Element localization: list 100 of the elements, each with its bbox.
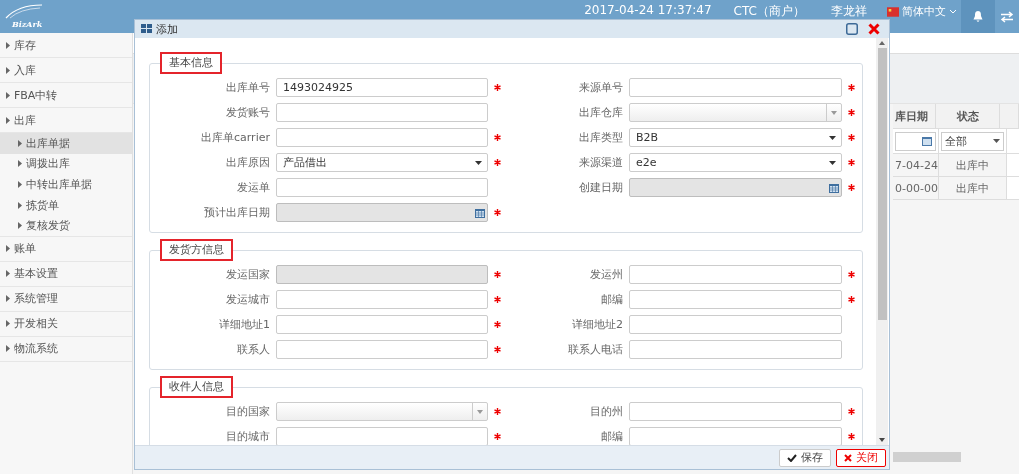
combo-field[interactable]: [276, 402, 488, 421]
field-label: 详细地址2: [571, 317, 623, 332]
table-cell: 出库中: [939, 154, 1007, 176]
section-title: 发货方信息: [160, 239, 233, 261]
caret-down-icon: [993, 139, 1000, 143]
vertical-scrollbar[interactable]: [876, 38, 888, 445]
section-title: 基本信息: [160, 52, 222, 74]
field-label: 出库单carrier: [200, 130, 270, 145]
text-field[interactable]: [276, 128, 488, 147]
field-label: 发货账号: [225, 105, 270, 120]
calendar-icon: [475, 207, 485, 218]
close-button[interactable]: 关闭: [836, 448, 886, 467]
sidebar-subitem[interactable]: 复核发货: [0, 215, 132, 236]
caret-right-icon: [6, 91, 10, 99]
caret-down-icon: [475, 160, 482, 165]
scroll-down-icon: [879, 438, 885, 442]
flag-icon: [887, 6, 899, 17]
sidebar-item[interactable]: 系统管理: [0, 286, 132, 312]
sidebar-subitem[interactable]: 出库单据: [0, 133, 132, 154]
save-button[interactable]: 保存: [779, 448, 831, 467]
scroll-up-icon: [879, 41, 885, 45]
logo-text: BizArk: [12, 19, 44, 29]
caret-right-icon: [18, 139, 22, 147]
field-label: 来源渠道: [578, 155, 623, 170]
select-field[interactable]: 产品借出: [276, 153, 488, 172]
field-label: 联系人: [236, 342, 270, 357]
table-cell: 出库中: [939, 177, 1007, 199]
field-label: 详细地址1: [218, 317, 270, 332]
field-label: 出库仓库: [578, 105, 623, 120]
column-header[interactable]: 库日期: [893, 104, 937, 128]
text-field[interactable]: [276, 290, 488, 309]
square-icon: [846, 23, 858, 35]
text-field[interactable]: [629, 290, 842, 309]
date-time: 2017-04-24 17:37:47: [584, 2, 712, 17]
text-field[interactable]: [629, 340, 842, 359]
field-label: 发运州: [589, 267, 623, 282]
field-label: 目的州: [589, 404, 623, 419]
notification-button[interactable]: [961, 0, 995, 33]
text-field[interactable]: [629, 402, 842, 421]
text-field[interactable]: [629, 265, 842, 284]
field-label: 目的城市: [225, 429, 270, 444]
close-button[interactable]: [865, 21, 883, 37]
sidebar-subitem[interactable]: 调拨出库: [0, 153, 132, 175]
field-label: 邮编: [600, 292, 623, 307]
field-label: 发运单: [236, 180, 270, 195]
close-icon: [844, 453, 852, 462]
dialog-title: 添加: [156, 21, 178, 37]
sidebar-item[interactable]: 物流系统: [0, 336, 132, 362]
field-label: 出库单号: [225, 80, 270, 95]
caret-right-icon: [6, 320, 10, 328]
calendar-icon: [829, 182, 839, 193]
sidebar-item[interactable]: 账单: [0, 236, 132, 262]
text-field[interactable]: 1493024925: [276, 78, 488, 97]
status-filter[interactable]: 全部: [941, 131, 1004, 151]
grid-icon: [141, 24, 152, 34]
select-field[interactable]: e2e: [629, 153, 842, 172]
field-label: 预计出库日期: [203, 205, 270, 220]
text-field[interactable]: [276, 427, 488, 445]
caret-right-icon: [6, 116, 10, 124]
text-field[interactable]: [276, 340, 488, 359]
column-header[interactable]: [1000, 104, 1019, 128]
text-field[interactable]: [276, 103, 488, 122]
caret-right-icon: [6, 295, 10, 303]
sidebar-item[interactable]: 基本设置: [0, 261, 132, 287]
sidebar-subitem[interactable]: 拣货单: [0, 194, 132, 216]
field-label: 出库原因: [225, 155, 270, 170]
date-filter[interactable]: [895, 131, 936, 151]
check-icon: [787, 453, 797, 462]
field-label: 出库类型: [578, 130, 623, 145]
text-field[interactable]: [629, 427, 842, 445]
caret-down-icon: [477, 409, 483, 414]
close-icon: [868, 23, 880, 35]
caret-right-icon: [18, 201, 22, 209]
field-label: 发运国家: [225, 267, 270, 282]
select-field[interactable]: B2B: [629, 128, 842, 147]
text-field[interactable]: [276, 178, 488, 197]
table-cell: 0-00-00: [893, 177, 939, 199]
caret-right-icon: [6, 270, 10, 278]
caret-right-icon: [18, 181, 22, 188]
horizontal-scrollbar[interactable]: [893, 452, 961, 462]
sidebar-subitem[interactable]: 中转出库单据: [0, 174, 132, 195]
text-field[interactable]: [629, 78, 842, 97]
sidebar-item[interactable]: FBA中转: [0, 83, 132, 108]
sidebar-item[interactable]: 开发相关: [0, 311, 132, 337]
bell-icon: [972, 10, 984, 23]
caret-right-icon: [6, 245, 10, 253]
combo-field[interactable]: [629, 103, 842, 122]
table-cell: 7-04-24: [893, 154, 939, 176]
section-title: 收件人信息: [160, 376, 233, 398]
text-field[interactable]: [276, 315, 488, 334]
field-label: 目的国家: [225, 404, 270, 419]
caret-right-icon: [18, 222, 22, 230]
maximize-button[interactable]: [843, 21, 861, 37]
field-label: 邮编: [600, 429, 623, 444]
text-field[interactable]: [629, 315, 842, 334]
sidebar-item[interactable]: 库存: [0, 33, 132, 58]
column-header[interactable]: 状态: [936, 104, 1001, 128]
caret-down-icon: [831, 110, 837, 115]
caret-right-icon: [6, 66, 10, 74]
sidebar-item[interactable]: 入库: [0, 58, 132, 83]
